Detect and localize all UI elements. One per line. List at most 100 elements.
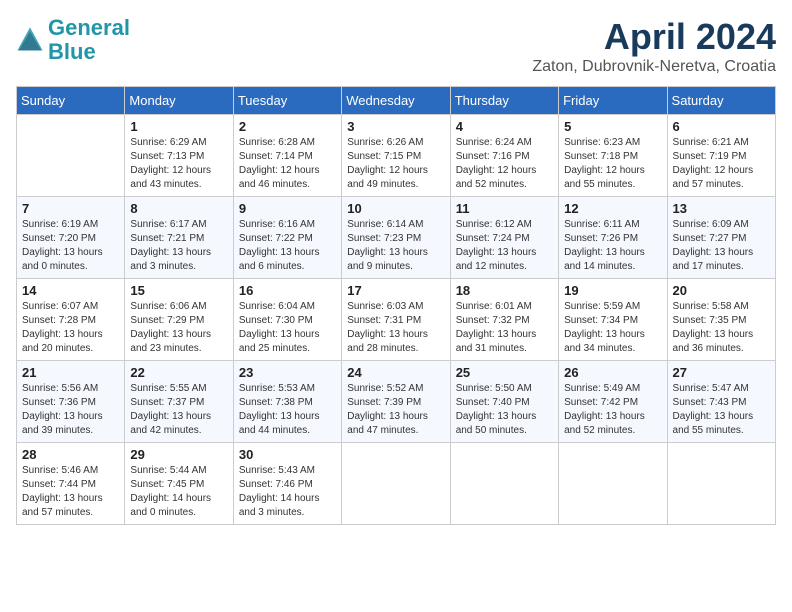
calendar-cell [667, 443, 775, 525]
calendar-cell: 19 Sunrise: 5:59 AM Sunset: 7:34 PM Dayli… [559, 279, 667, 361]
day-number: 26 [564, 365, 661, 380]
day-number: 11 [456, 201, 553, 216]
day-number: 6 [673, 119, 770, 134]
day-info: Sunrise: 6:24 AM Sunset: 7:16 PM Dayligh… [456, 136, 553, 192]
calendar-cell [559, 443, 667, 525]
calendar-cell: 16 Sunrise: 6:04 AM Sunset: 7:30 PM Dayli… [233, 279, 341, 361]
calendar-header-sunday: Sunday [17, 87, 125, 115]
day-info: Sunrise: 5:58 AM Sunset: 7:35 PM Dayligh… [673, 300, 770, 356]
day-number: 24 [347, 365, 444, 380]
calendar-cell: 29 Sunrise: 5:44 AM Sunset: 7:45 PM Dayli… [125, 443, 233, 525]
day-info: Sunrise: 5:56 AM Sunset: 7:36 PM Dayligh… [22, 382, 119, 438]
day-number: 12 [564, 201, 661, 216]
calendar-cell: 22 Sunrise: 5:55 AM Sunset: 7:37 PM Dayli… [125, 361, 233, 443]
calendar-week-1: 1 Sunrise: 6:29 AM Sunset: 7:13 PM Daylig… [17, 115, 776, 197]
calendar-week-5: 28 Sunrise: 5:46 AM Sunset: 7:44 PM Dayli… [17, 443, 776, 525]
day-info: Sunrise: 5:55 AM Sunset: 7:37 PM Dayligh… [130, 382, 227, 438]
day-number: 9 [239, 201, 336, 216]
calendar-cell: 20 Sunrise: 5:58 AM Sunset: 7:35 PM Dayli… [667, 279, 775, 361]
day-number: 18 [456, 283, 553, 298]
calendar-header-saturday: Saturday [667, 87, 775, 115]
calendar-table: SundayMondayTuesdayWednesdayThursdayFrid… [16, 86, 776, 525]
calendar-cell: 18 Sunrise: 6:01 AM Sunset: 7:32 PM Dayli… [450, 279, 558, 361]
calendar-cell: 26Sunrise: 5:49 AM Sunset: 7:42 PM Dayli… [559, 361, 667, 443]
day-number: 30 [239, 447, 336, 462]
day-info: Sunrise: 6:09 AM Sunset: 7:27 PM Dayligh… [673, 218, 770, 274]
day-info: Sunrise: 5:50 AM Sunset: 7:40 PM Dayligh… [456, 382, 553, 438]
day-number: 23 [239, 365, 336, 380]
day-number: 1 [130, 119, 227, 134]
day-info: Sunrise: 5:52 AM Sunset: 7:39 PM Dayligh… [347, 382, 444, 438]
calendar-cell: 17Sunrise: 6:03 AM Sunset: 7:31 PM Dayli… [342, 279, 450, 361]
calendar-cell: 8 Sunrise: 6:17 AM Sunset: 7:21 PM Daylig… [125, 197, 233, 279]
day-number: 7 [22, 201, 119, 216]
calendar-cell: 5Sunrise: 6:23 AM Sunset: 7:18 PM Daylig… [559, 115, 667, 197]
day-info: Sunrise: 6:26 AM Sunset: 7:15 PM Dayligh… [347, 136, 444, 192]
calendar-cell: 12 Sunrise: 6:11 AM Sunset: 7:26 PM Dayli… [559, 197, 667, 279]
month-title: April 2024 [532, 16, 776, 58]
calendar-header-thursday: Thursday [450, 87, 558, 115]
day-info: Sunrise: 6:17 AM Sunset: 7:21 PM Dayligh… [130, 218, 227, 274]
calendar-cell: 2 Sunrise: 6:28 AM Sunset: 7:14 PM Daylig… [233, 115, 341, 197]
calendar-cell: 10Sunrise: 6:14 AM Sunset: 7:23 PM Dayli… [342, 197, 450, 279]
day-info: Sunrise: 6:01 AM Sunset: 7:32 PM Dayligh… [456, 300, 553, 356]
calendar-cell [17, 115, 125, 197]
calendar-cell: 1 Sunrise: 6:29 AM Sunset: 7:13 PM Daylig… [125, 115, 233, 197]
calendar-cell: 15Sunrise: 6:06 AM Sunset: 7:29 PM Dayli… [125, 279, 233, 361]
calendar-header-wednesday: Wednesday [342, 87, 450, 115]
day-info: Sunrise: 6:03 AM Sunset: 7:31 PM Dayligh… [347, 300, 444, 356]
day-info: Sunrise: 6:04 AM Sunset: 7:30 PM Dayligh… [239, 300, 336, 356]
day-number: 16 [239, 283, 336, 298]
day-number: 3 [347, 119, 444, 134]
day-number: 13 [673, 201, 770, 216]
calendar-header-tuesday: Tuesday [233, 87, 341, 115]
day-number: 27 [673, 365, 770, 380]
day-number: 28 [22, 447, 119, 462]
calendar-cell [342, 443, 450, 525]
day-info: Sunrise: 6:23 AM Sunset: 7:18 PM Dayligh… [564, 136, 661, 192]
calendar-cell: 3 Sunrise: 6:26 AM Sunset: 7:15 PM Daylig… [342, 115, 450, 197]
calendar-cell: 27Sunrise: 5:47 AM Sunset: 7:43 PM Dayli… [667, 361, 775, 443]
day-number: 19 [564, 283, 661, 298]
day-info: Sunrise: 6:06 AM Sunset: 7:29 PM Dayligh… [130, 300, 227, 356]
day-info: Sunrise: 6:07 AM Sunset: 7:28 PM Dayligh… [22, 300, 119, 356]
calendar-cell: 21 Sunrise: 5:56 AM Sunset: 7:36 PM Dayli… [17, 361, 125, 443]
calendar-cell: 25 Sunrise: 5:50 AM Sunset: 7:40 PM Dayli… [450, 361, 558, 443]
calendar-header-friday: Friday [559, 87, 667, 115]
day-info: Sunrise: 5:44 AM Sunset: 7:45 PM Dayligh… [130, 464, 227, 520]
day-number: 22 [130, 365, 227, 380]
day-info: Sunrise: 5:46 AM Sunset: 7:44 PM Dayligh… [22, 464, 119, 520]
day-number: 2 [239, 119, 336, 134]
day-info: Sunrise: 5:43 AM Sunset: 7:46 PM Dayligh… [239, 464, 336, 520]
day-info: Sunrise: 6:16 AM Sunset: 7:22 PM Dayligh… [239, 218, 336, 274]
calendar-cell: 14 Sunrise: 6:07 AM Sunset: 7:28 PM Dayli… [17, 279, 125, 361]
logo-text: General Blue [48, 16, 130, 64]
calendar-cell: 23 Sunrise: 5:53 AM Sunset: 7:38 PM Dayli… [233, 361, 341, 443]
day-number: 25 [456, 365, 553, 380]
day-info: Sunrise: 6:28 AM Sunset: 7:14 PM Dayligh… [239, 136, 336, 192]
day-number: 8 [130, 201, 227, 216]
day-number: 21 [22, 365, 119, 380]
day-number: 14 [22, 283, 119, 298]
location: Zaton, Dubrovnik-Neretva, Croatia [532, 58, 776, 76]
calendar-week-3: 14 Sunrise: 6:07 AM Sunset: 7:28 PM Dayli… [17, 279, 776, 361]
day-number: 20 [673, 283, 770, 298]
calendar-cell: 24 Sunrise: 5:52 AM Sunset: 7:39 PM Dayli… [342, 361, 450, 443]
day-info: Sunrise: 5:53 AM Sunset: 7:38 PM Dayligh… [239, 382, 336, 438]
calendar-header-monday: Monday [125, 87, 233, 115]
day-info: Sunrise: 6:21 AM Sunset: 7:19 PM Dayligh… [673, 136, 770, 192]
day-info: Sunrise: 6:29 AM Sunset: 7:13 PM Dayligh… [130, 136, 227, 192]
calendar-week-4: 21 Sunrise: 5:56 AM Sunset: 7:36 PM Dayli… [17, 361, 776, 443]
title-section: April 2024 Zaton, Dubrovnik-Neretva, Cro… [532, 16, 776, 76]
calendar-cell: 11Sunrise: 6:12 AM Sunset: 7:24 PM Dayli… [450, 197, 558, 279]
logo-icon [16, 26, 44, 54]
day-number: 29 [130, 447, 227, 462]
logo: General Blue [16, 16, 130, 64]
calendar-cell: 28 Sunrise: 5:46 AM Sunset: 7:44 PM Dayli… [17, 443, 125, 525]
day-info: Sunrise: 6:11 AM Sunset: 7:26 PM Dayligh… [564, 218, 661, 274]
day-number: 4 [456, 119, 553, 134]
day-info: Sunrise: 6:19 AM Sunset: 7:20 PM Dayligh… [22, 218, 119, 274]
day-info: Sunrise: 5:59 AM Sunset: 7:34 PM Dayligh… [564, 300, 661, 356]
calendar-cell: 4 Sunrise: 6:24 AM Sunset: 7:16 PM Daylig… [450, 115, 558, 197]
page-header: General Blue April 2024 Zaton, Dubrovnik… [16, 16, 776, 76]
